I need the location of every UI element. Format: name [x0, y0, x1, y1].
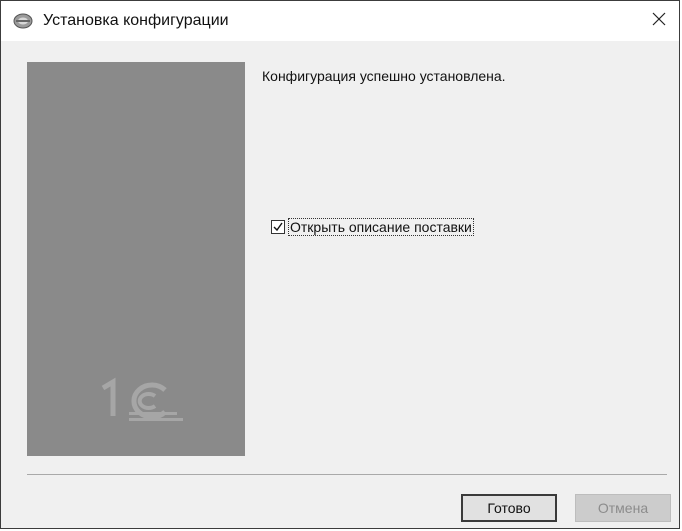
cancel-button[interactable]: Отмена: [575, 494, 671, 522]
side-banner-image: [27, 62, 245, 456]
window-title: Установка конфигурации: [43, 12, 229, 29]
open-description-option[interactable]: Открыть описание поставки: [271, 218, 474, 236]
close-icon: [652, 12, 666, 31]
1c-logo: [101, 377, 183, 421]
open-description-label: Открыть описание поставки: [288, 218, 474, 236]
finish-button[interactable]: Готово: [461, 494, 557, 522]
title-bar: Установка конфигурации: [1, 1, 679, 41]
1c-app-icon: [13, 13, 33, 29]
open-description-checkbox[interactable]: [271, 220, 285, 234]
success-message: Конфигурация успешно установлена.: [262, 68, 506, 84]
checkmark-icon: [273, 222, 283, 232]
footer-separator: [27, 474, 667, 475]
install-config-dialog: Установка конфигурации Конфигурация успе…: [0, 0, 680, 529]
close-button[interactable]: [647, 9, 671, 33]
dialog-content: Конфигурация успешно установлена. Открыт…: [1, 41, 679, 528]
